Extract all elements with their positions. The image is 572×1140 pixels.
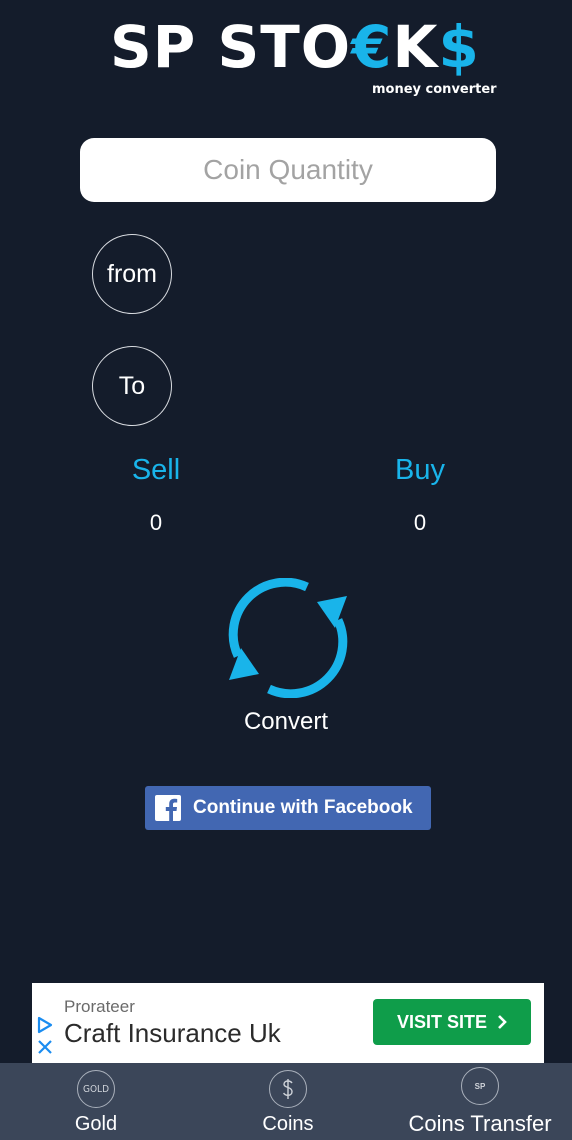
from-label: from (107, 259, 157, 288)
nav-label-gold: Gold (74, 1113, 118, 1135)
app-logo: SP STO€K$ money converter (110, 14, 500, 104)
from-currency-button[interactable]: from (92, 234, 172, 314)
convert-button-label[interactable]: Convert (186, 708, 386, 736)
visit-site-label: VISIT SITE (396, 1011, 488, 1032)
ad-advertiser: Prorateer (64, 997, 135, 1016)
ad-title[interactable]: Craft Insurance Uk (64, 1018, 281, 1049)
facebook-icon (155, 795, 181, 821)
gold-coin-icon: GOLD (77, 1070, 115, 1108)
sp-transfer-icon: SP (461, 1067, 499, 1105)
refresh-arrows-icon[interactable] (228, 578, 348, 698)
ad-choices-icon[interactable] (36, 1015, 54, 1035)
nav-label-coins-transfer: Coins Transfer (408, 1111, 552, 1136)
visit-site-button[interactable]: VISIT SITE (373, 999, 531, 1045)
nav-item-coins-transfer[interactable]: SP Coins Transfer (400, 1063, 560, 1140)
buy-label: Buy (395, 454, 445, 486)
sell-label: Sell (131, 454, 181, 486)
nav-label-coins: Coins (262, 1113, 314, 1135)
close-icon[interactable] (37, 1039, 53, 1055)
ad-banner[interactable]: Prorateer Craft Insurance Uk VISIT SITE (32, 983, 544, 1063)
nav-item-gold[interactable]: GOLD Gold (46, 1063, 146, 1140)
chevron-right-icon (498, 1015, 507, 1029)
bottom-nav: GOLD Gold Coins SP Coins Transfer (0, 1063, 572, 1140)
coin-quantity-input[interactable] (80, 138, 496, 202)
nav-item-coins[interactable]: Coins (238, 1063, 338, 1140)
to-label: To (118, 371, 146, 400)
logo-subtitle: money converter (372, 82, 497, 97)
facebook-button-label: Continue with Facebook (193, 797, 413, 818)
sell-value: 0 (149, 510, 163, 535)
buy-value: 0 (413, 510, 427, 535)
dollar-coin-icon (269, 1070, 307, 1108)
logo-wordmark: SP STO€K$ (110, 13, 480, 81)
to-currency-button[interactable]: To (92, 346, 172, 426)
continue-with-facebook-button[interactable]: Continue with Facebook (145, 786, 431, 830)
